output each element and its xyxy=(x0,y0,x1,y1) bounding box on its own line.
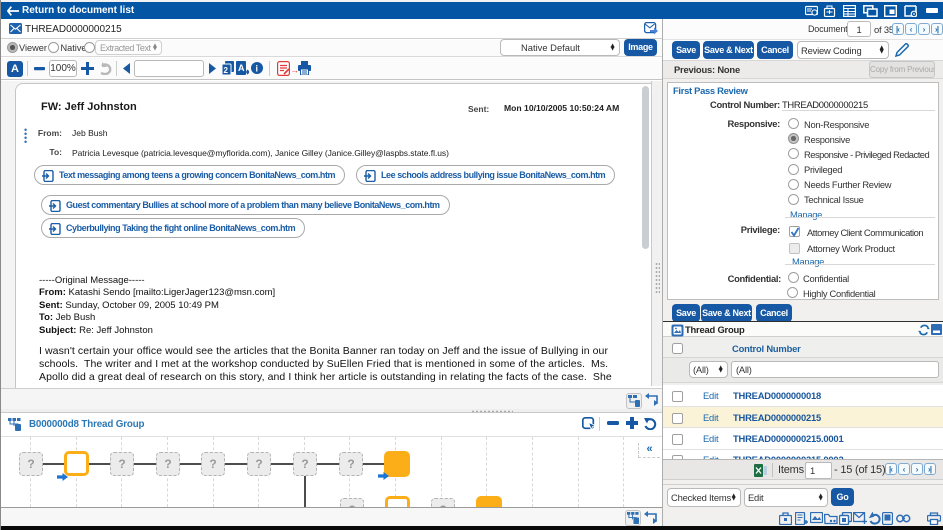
svg-text:i: i xyxy=(256,64,259,74)
svg-text:2: 2 xyxy=(224,66,229,75)
svg-text:A: A xyxy=(238,63,245,73)
